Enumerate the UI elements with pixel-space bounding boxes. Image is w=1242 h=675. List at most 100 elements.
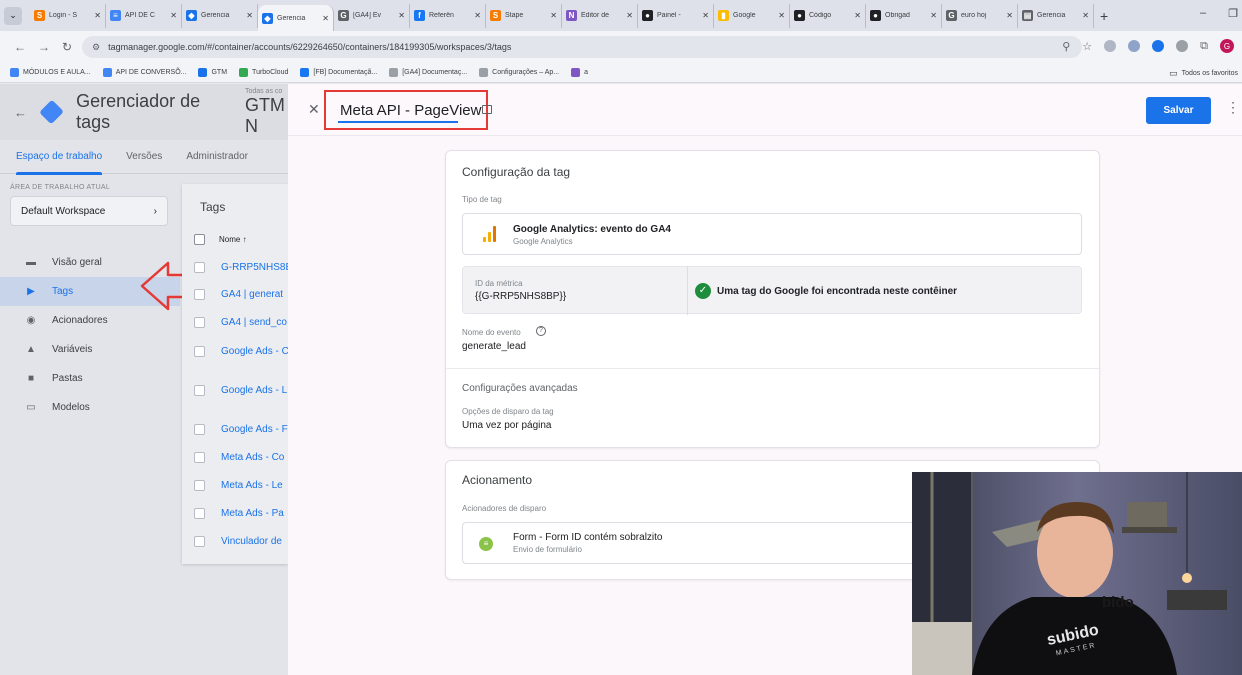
tag-name-link[interactable]: Vinculador de xyxy=(221,536,282,547)
tag-name-input[interactable]: Meta API - PageView xyxy=(340,102,481,119)
extensions-puzzle-icon[interactable]: ⧉ xyxy=(1200,40,1208,53)
browser-tab[interactable]: ▮ Google ✕ xyxy=(714,3,790,28)
browser-tab[interactable]: ▤ Gerencia ✕ xyxy=(1018,3,1094,28)
reload-icon[interactable]: ↻ xyxy=(62,40,72,54)
browser-tab[interactable]: ◆ Gerencia ✕ xyxy=(258,5,334,31)
close-tab-icon[interactable]: ✕ xyxy=(550,11,557,20)
browser-tab[interactable]: ● Código ✕ xyxy=(790,3,866,28)
folder-icon[interactable] xyxy=(482,105,492,114)
close-tab-icon[interactable]: ✕ xyxy=(778,11,785,20)
firing-options-value[interactable]: Uma vez por página xyxy=(462,420,552,431)
table-row[interactable]: Vinculador de xyxy=(194,536,288,547)
url-bar[interactable]: ⚙ tagmanager.google.com/#/container/acco… xyxy=(82,36,1082,58)
column-name[interactable]: Nome ↑ xyxy=(219,235,247,244)
browser-tab[interactable]: ◆ Gerencia ✕ xyxy=(182,3,258,28)
tab-admin[interactable]: Administrador xyxy=(186,151,248,162)
minimize-icon[interactable]: – xyxy=(1200,7,1206,20)
workspace-selector[interactable]: Default Workspace › xyxy=(10,196,168,226)
advanced-settings-title[interactable]: Configurações avançadas xyxy=(462,383,578,394)
bookmark-item[interactable]: GTM xyxy=(198,68,227,77)
close-tab-icon[interactable]: ✕ xyxy=(1082,11,1089,20)
tag-configuration-card[interactable]: Configuração da tag Tipo de tag Google A… xyxy=(445,150,1101,448)
tag-name-link[interactable]: Google Ads - C xyxy=(221,346,288,357)
browser-tab[interactable]: ● Obrigad ✕ xyxy=(866,3,942,28)
row-checkbox[interactable] xyxy=(194,424,205,435)
tag-name-link[interactable]: Meta Ads - Co xyxy=(221,452,284,463)
bookmark-item[interactable]: MÓDULOS E AULA... xyxy=(10,68,91,77)
table-row[interactable]: GA4 | generat xyxy=(194,289,288,300)
close-tab-icon[interactable]: ✕ xyxy=(702,11,709,20)
tag-name-link[interactable]: Google Ads - L xyxy=(221,385,287,396)
extension-icon[interactable] xyxy=(1104,40,1117,52)
row-checkbox[interactable] xyxy=(194,508,205,519)
sidebar-item-vari-veis[interactable]: ▲ Variáveis xyxy=(0,335,180,364)
bookmark-item[interactable]: [FB] Documentaçã... xyxy=(300,68,377,77)
bookmark-item[interactable]: Configurações – Ap... xyxy=(479,68,559,77)
new-tab-button[interactable]: + xyxy=(1100,8,1108,24)
table-row[interactable]: Google Ads - C xyxy=(194,346,288,357)
back-icon[interactable]: ← xyxy=(14,40,26,54)
all-bookmarks[interactable]: ▭ Todos os favoritos xyxy=(1169,68,1238,79)
close-tab-icon[interactable]: ✕ xyxy=(854,11,861,20)
sidebar-item-modelos[interactable]: ▭ Modelos xyxy=(0,393,180,422)
row-checkbox[interactable] xyxy=(194,289,205,300)
close-tab-icon[interactable]: ✕ xyxy=(1006,11,1013,20)
event-name-value[interactable]: generate_lead xyxy=(462,341,526,352)
close-tab-icon[interactable]: ✕ xyxy=(474,11,481,20)
tag-name-link[interactable]: GA4 | send_co xyxy=(221,317,287,328)
sidebar-item-pastas[interactable]: ■ Pastas xyxy=(0,364,180,393)
row-checkbox[interactable] xyxy=(194,480,205,491)
forward-icon[interactable]: → xyxy=(38,40,50,54)
browser-tab[interactable]: f Referên ✕ xyxy=(410,3,486,28)
row-checkbox[interactable] xyxy=(194,536,205,547)
table-row[interactable]: GA4 | send_co xyxy=(194,317,288,328)
table-row[interactable]: Google Ads - L xyxy=(194,385,288,396)
table-row[interactable]: Meta Ads - Co xyxy=(194,452,288,463)
help-icon[interactable]: ? xyxy=(536,326,546,336)
table-row[interactable]: Google Ads - F xyxy=(194,424,288,435)
tag-type-selector[interactable]: Google Analytics: evento do GA4 Google A… xyxy=(462,213,1082,255)
close-tab-icon[interactable]: ✕ xyxy=(246,11,253,20)
row-checkbox[interactable] xyxy=(194,346,205,357)
tab-workspace[interactable]: Espaço de trabalho xyxy=(16,140,103,175)
site-info-icon[interactable]: ⚙ xyxy=(92,42,100,53)
bookmark-item[interactable]: [GA4] Documentaç... xyxy=(389,68,467,77)
back-arrow-icon[interactable]: ← xyxy=(14,105,27,120)
browser-tab[interactable]: S Login - S ✕ xyxy=(30,3,106,28)
table-row[interactable]: Meta Ads - Le xyxy=(194,480,288,491)
measurement-id-value[interactable]: {{G-RRP5NHS8BP}} xyxy=(475,291,566,302)
bookmark-item[interactable]: a xyxy=(571,68,588,77)
extension-icon[interactable] xyxy=(1152,40,1165,52)
close-tab-icon[interactable]: ✕ xyxy=(626,11,633,20)
close-tab-icon[interactable]: ✕ xyxy=(930,11,937,20)
extension-icon[interactable] xyxy=(1176,40,1189,52)
close-tab-icon[interactable]: ✕ xyxy=(398,11,405,20)
bookmark-star-icon[interactable]: ☆ xyxy=(1082,40,1092,53)
browser-tab[interactable]: Geuro hoj ✕ xyxy=(942,3,1018,28)
table-row[interactable]: Meta Ads - Pa xyxy=(194,508,288,519)
tag-name-link[interactable]: Meta Ads - Pa xyxy=(221,508,284,519)
browser-tab[interactable]: N Editor de ✕ xyxy=(562,3,638,28)
tag-name-link[interactable]: G-RRP5NHS8E xyxy=(221,262,288,273)
close-icon[interactable]: ✕ xyxy=(308,101,320,118)
tab-search-icon[interactable]: ⌄ xyxy=(4,6,22,25)
browser-tab[interactable]: ● Painel - ✕ xyxy=(638,3,714,28)
zoom-icon[interactable]: ⚲ xyxy=(1062,40,1070,53)
tag-name-link[interactable]: Google Ads - F xyxy=(221,424,288,435)
extension-icon[interactable] xyxy=(1128,40,1141,52)
tag-name-link[interactable]: Meta Ads - Le xyxy=(221,480,283,491)
tag-name-link[interactable]: GA4 | generat xyxy=(221,289,283,300)
close-tab-icon[interactable]: ✕ xyxy=(170,11,177,20)
row-checkbox[interactable] xyxy=(194,262,205,273)
restore-icon[interactable]: ❐ xyxy=(1228,7,1238,20)
row-checkbox[interactable] xyxy=(194,452,205,463)
row-checkbox[interactable] xyxy=(194,385,205,396)
more-options-icon[interactable]: ⋮ xyxy=(1226,99,1240,116)
select-all-checkbox[interactable] xyxy=(194,234,205,245)
browser-tab[interactable]: G [GA4] Ev ✕ xyxy=(334,3,410,28)
browser-tab[interactable]: S Stape ✕ xyxy=(486,3,562,28)
save-button[interactable]: Salvar xyxy=(1146,97,1211,124)
table-row[interactable]: G-RRP5NHS8E xyxy=(194,262,288,273)
browser-tab[interactable]: ≡ API DE C ✕ xyxy=(106,3,182,28)
profile-avatar[interactable]: G xyxy=(1220,39,1234,53)
